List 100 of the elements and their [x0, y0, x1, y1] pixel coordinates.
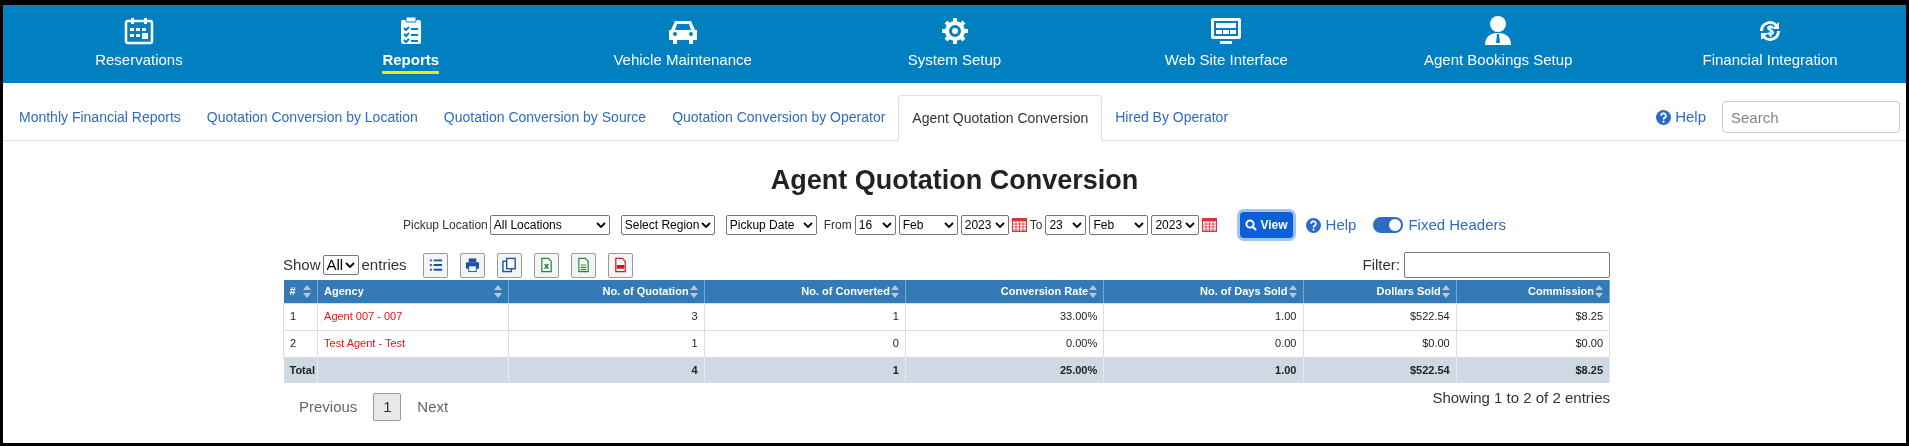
nav-item[interactable]: Financial Integration	[1702, 50, 1838, 74]
column-header[interactable]: No. of Converted	[704, 280, 906, 303]
tab[interactable]: Hired By Operator	[1102, 94, 1242, 140]
copy-icon	[501, 257, 517, 273]
toggle-switch[interactable]	[1373, 217, 1404, 233]
page-button[interactable]: 1	[373, 393, 402, 422]
dropdown[interactable]: All	[322, 255, 359, 275]
toggle-label: Fixed Headers	[1408, 214, 1506, 235]
column-header[interactable]: #	[283, 280, 318, 303]
agency-link[interactable]: Agent 007 - 007	[317, 303, 509, 330]
list-icon	[427, 257, 443, 273]
filter-label: Filter:	[1362, 254, 1400, 275]
dropdown[interactable]: Pickup Date	[725, 215, 817, 235]
calendar-icon	[123, 16, 154, 45]
caret-icon	[344, 262, 355, 268]
export-button[interactable]	[533, 252, 559, 278]
table-cell: 1	[704, 303, 906, 330]
table-cell: 3	[508, 303, 705, 330]
excel-icon	[538, 257, 554, 273]
pdf-icon	[612, 257, 628, 273]
sort-icon	[689, 284, 698, 298]
dropdown[interactable]: Feb	[1089, 215, 1149, 235]
agency-link[interactable]: Test Agent - Test	[317, 330, 509, 357]
caret-icon	[1072, 222, 1083, 228]
filter-field[interactable]	[1404, 252, 1610, 278]
nav-item[interactable]: System Setup	[907, 50, 1002, 74]
print-icon	[464, 257, 480, 273]
caret-icon	[994, 222, 1005, 228]
sort-icon	[1441, 284, 1450, 298]
column-header[interactable]: Dollars Sold	[1303, 280, 1457, 303]
table-cell: $0.00	[1456, 330, 1610, 357]
column-header[interactable]: Agency	[317, 280, 509, 303]
tab[interactable]: Agent Quotation Conversion	[898, 95, 1103, 141]
nav-item[interactable]: Web Site Interface	[1164, 50, 1288, 74]
export-button[interactable]	[422, 252, 448, 278]
help-link[interactable]: Help	[1305, 213, 1357, 237]
calendar-icon[interactable]	[1011, 218, 1027, 232]
tab[interactable]: Quotation Conversion by Location	[193, 94, 431, 140]
sort-icon	[1089, 284, 1098, 298]
column-header[interactable]: Conversion Rate	[905, 280, 1104, 303]
column-header[interactable]: No. of Quotation	[508, 280, 705, 303]
dropdown[interactable]: Select Region	[620, 215, 715, 235]
dropdown[interactable]: 23	[1045, 215, 1087, 235]
export-button[interactable]	[496, 252, 522, 278]
dropdown[interactable]: Feb	[898, 215, 958, 235]
nav-item[interactable]: Vehicle Maintenance	[613, 50, 752, 74]
checklist-icon	[399, 16, 422, 45]
total-cell: 1	[704, 357, 906, 383]
column-header[interactable]: No. of Days Sold	[1103, 280, 1303, 303]
caret-icon	[595, 222, 606, 228]
help-link[interactable]: Help	[1656, 105, 1706, 129]
entries-info: Showing 1 to 2 of 2 entries	[1432, 388, 1610, 408]
csv-icon	[575, 257, 591, 273]
table-cell: $0.00	[1303, 330, 1457, 357]
dropdown[interactable]: 16	[854, 215, 896, 235]
calendar-icon[interactable]	[1202, 218, 1218, 232]
table-cell: 2	[283, 330, 318, 357]
caret-icon	[1185, 222, 1196, 228]
nav-item[interactable]: Reports	[382, 50, 440, 74]
previous-button[interactable]: Previous	[293, 392, 364, 423]
tab[interactable]: Quotation Conversion by Source	[430, 94, 660, 140]
gear-icon	[940, 16, 969, 45]
table-cell: $8.25	[1456, 303, 1610, 330]
export-button[interactable]	[570, 252, 596, 278]
dropdown[interactable]: All Locations	[489, 215, 610, 235]
user-icon	[1484, 14, 1513, 45]
nav-item[interactable]: Agent Bookings Setup	[1424, 50, 1573, 74]
filter-label: From	[823, 217, 852, 234]
sort-icon	[303, 284, 312, 298]
caret-icon	[802, 222, 813, 228]
sort-icon	[890, 284, 899, 298]
dropdown[interactable]: 2023	[960, 215, 1009, 235]
table-cell: $522.54	[1303, 303, 1457, 330]
export-button[interactable]	[459, 252, 485, 278]
table-cell: 0.00	[1103, 330, 1303, 357]
total-cell: Total	[283, 357, 318, 383]
view-button[interactable]: View	[1240, 212, 1293, 238]
total-cell: 25.00%	[905, 357, 1104, 383]
monitor-icon	[1210, 16, 1243, 45]
entries-label: entries	[361, 254, 407, 275]
tab[interactable]: Monthly Financial Reports	[6, 94, 194, 140]
total-cell: $8.25	[1456, 357, 1610, 383]
total-cell: 4	[508, 357, 705, 383]
total-cell: 1.00	[1103, 357, 1303, 383]
dropdown[interactable]: 2023	[1151, 215, 1200, 235]
table-cell: 0	[704, 330, 906, 357]
nav-item[interactable]: Reservations	[95, 50, 183, 74]
table-cell: 33.00%	[905, 303, 1104, 330]
search-field[interactable]: Search	[1722, 101, 1900, 133]
sort-icon	[494, 284, 503, 298]
table-cell: 1	[508, 330, 705, 357]
caret-icon	[943, 222, 954, 228]
export-button[interactable]	[607, 252, 633, 278]
column-header[interactable]: Commission	[1456, 280, 1610, 303]
caret-icon	[881, 222, 892, 228]
filter-label: Pickup Location	[403, 217, 488, 234]
next-button[interactable]: Next	[411, 392, 455, 423]
tab[interactable]: Quotation Conversion by Operator	[659, 94, 899, 140]
total-cell: $522.54	[1303, 357, 1457, 383]
caret-icon	[1134, 222, 1145, 228]
